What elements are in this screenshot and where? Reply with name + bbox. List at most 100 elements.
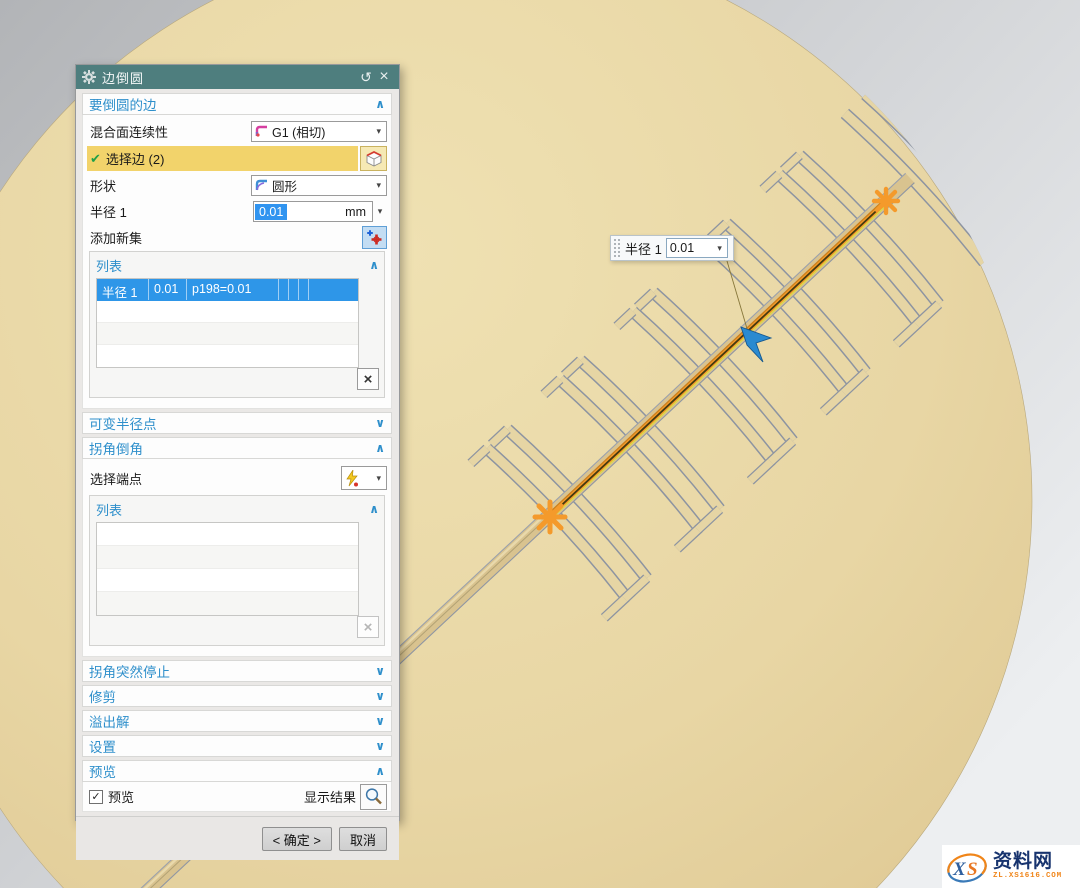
radius1-input[interactable]: 0.01 mm xyxy=(253,201,373,222)
section-title: 可变半径点 xyxy=(89,413,375,433)
remove-list-item-button[interactable]: × xyxy=(357,368,379,390)
section-title: 要倒圆的边 xyxy=(89,94,375,114)
dialog-titlebar[interactable]: 边倒圆 ↺ × xyxy=(76,65,399,89)
section-corner-chamfer[interactable]: 拐角倒角 ∧ xyxy=(82,437,392,459)
watermark-site-url: ZL.XS1616.COM xyxy=(993,873,1062,881)
dialog-title: 边倒圆 xyxy=(102,68,357,87)
collapse-icon[interactable]: ∧ xyxy=(375,441,385,455)
list-row-empty[interactable] xyxy=(97,323,358,345)
chevron-down-icon[interactable]: ▾ xyxy=(374,473,383,484)
onscreen-radius-label: 半径 1 xyxy=(625,239,662,258)
fillet-g1-icon xyxy=(255,125,269,138)
expand-icon[interactable]: ∨ xyxy=(375,416,385,430)
select-endpoint-label: 选择端点 xyxy=(87,469,341,488)
section-overflow[interactable]: 溢出解 ∨ xyxy=(82,710,392,732)
list2-header: 列表 xyxy=(96,500,369,519)
section-settings[interactable]: 设置 ∨ xyxy=(82,735,392,757)
select-edge-row[interactable]: ✔ 选择边 (2) xyxy=(87,146,358,171)
watermark-site-name: 资料网 xyxy=(993,852,1062,871)
section-preview[interactable]: 预览 ∧ xyxy=(82,760,392,782)
chevron-down-icon[interactable]: ▾ xyxy=(374,126,383,137)
endpoint-marker-start[interactable] xyxy=(535,502,565,532)
ok-button[interactable]: < 确定 > xyxy=(262,827,332,851)
preview-checkbox[interactable]: ✓ xyxy=(89,790,103,804)
collapse-icon[interactable]: ∧ xyxy=(369,258,379,272)
cancel-button[interactable]: 取消 xyxy=(339,827,387,851)
watermark: X S 资料网 ZL.XS1616.COM xyxy=(942,845,1080,888)
section-title: 预览 xyxy=(89,761,375,781)
svg-text:X: X xyxy=(952,859,967,880)
select-endpoint-button[interactable]: ▾ xyxy=(341,466,387,490)
continuity-label: 混合面连续性 xyxy=(87,122,251,141)
section-edges-to-blend[interactable]: 要倒圆的边 ∧ xyxy=(82,93,392,115)
edge-blend-dialog: 边倒圆 ↺ × 要倒圆的边 ∧ 混合面连续性 xyxy=(75,64,400,821)
close-button[interactable]: × xyxy=(375,68,393,86)
list-row-empty[interactable] xyxy=(97,592,358,615)
radius-list-group: 列表 ∧ 半径 1 0.01 p198=0.01 xyxy=(89,251,385,398)
endpoint-marker-end[interactable] xyxy=(874,189,898,213)
check-icon: ✔ xyxy=(90,151,101,167)
section-title: 拐角突然停止 xyxy=(89,661,375,681)
reset-button[interactable]: ↺ xyxy=(357,69,375,86)
radius-list-table[interactable]: 半径 1 0.01 p198=0.01 xyxy=(96,278,359,368)
show-result-label: 显示结果 xyxy=(304,787,356,806)
section-title: 溢出解 xyxy=(89,711,375,731)
list-row-empty[interactable] xyxy=(97,546,358,569)
drag-grip[interactable] xyxy=(613,238,620,258)
preview-checkbox-label: 预览 xyxy=(108,787,304,806)
expand-icon[interactable]: ∨ xyxy=(375,664,385,678)
section-trim[interactable]: 修剪 ∨ xyxy=(82,685,392,707)
endpoint-list-table[interactable] xyxy=(96,522,359,616)
list-row-empty[interactable] xyxy=(97,345,358,367)
svg-text:S: S xyxy=(967,859,978,880)
endpoint-list-group: 列表 ∧ × xyxy=(89,495,385,646)
onscreen-radius-value[interactable]: 0.01 xyxy=(670,241,715,255)
list-row-selected[interactable]: 半径 1 0.01 p198=0.01 xyxy=(97,279,358,301)
add-set-icon xyxy=(366,229,383,246)
list-row-empty[interactable] xyxy=(97,569,358,592)
cell-value[interactable]: 0.01 xyxy=(149,279,187,300)
magnifier-icon xyxy=(364,787,383,806)
collapse-icon[interactable]: ∧ xyxy=(375,764,385,778)
watermark-logo: X S xyxy=(945,848,991,886)
fillet-circular-icon xyxy=(255,179,269,192)
application-window: 半径 1 0.01 ▾ 边倒圆 ↺ × xyxy=(0,0,1080,888)
section-corner-stop[interactable]: 拐角突然停止 ∨ xyxy=(82,660,392,682)
add-new-set-button[interactable] xyxy=(362,226,387,249)
remove-list-item-button-disabled: × xyxy=(357,616,379,638)
section-title: 设置 xyxy=(89,736,375,756)
gear-icon xyxy=(82,70,96,84)
expand-icon[interactable]: ∨ xyxy=(375,739,385,753)
shape-dropdown[interactable]: 圆形 ▾ xyxy=(251,175,387,196)
chevron-down-icon[interactable]: ▾ xyxy=(374,180,383,191)
expand-icon[interactable]: ∨ xyxy=(375,714,385,728)
shape-label: 形状 xyxy=(87,176,251,195)
cell-name[interactable]: 半径 1 xyxy=(97,279,149,300)
shape-value: 圆形 xyxy=(272,176,374,195)
list1-header: 列表 xyxy=(96,256,369,275)
continuity-value: G1 (相切) xyxy=(272,122,374,141)
list-row-empty[interactable] xyxy=(97,301,358,323)
chevron-down-icon[interactable]: ▾ xyxy=(715,243,724,254)
onscreen-radius-field[interactable]: 0.01 ▾ xyxy=(666,238,728,258)
radius1-label: 半径 1 xyxy=(87,202,253,221)
section-variable-radius[interactable]: 可变半径点 ∨ xyxy=(82,412,392,434)
radius1-value[interactable]: 0.01 xyxy=(255,204,287,220)
lightning-icon xyxy=(345,470,359,487)
cube-icon xyxy=(365,150,383,168)
continuity-dropdown[interactable]: G1 (相切) ▾ xyxy=(251,121,387,142)
show-result-button[interactable] xyxy=(360,784,387,810)
onscreen-radius-input[interactable]: 半径 1 0.01 ▾ xyxy=(610,235,734,261)
collapse-icon[interactable]: ∧ xyxy=(369,502,379,516)
snap-cube-button[interactable] xyxy=(360,146,387,171)
select-edge-label: 选择边 (2) xyxy=(106,149,165,168)
radius1-unit: mm xyxy=(287,205,372,219)
cell-expression[interactable]: p198=0.01 xyxy=(187,279,279,300)
unit-dropdown-icon[interactable]: ▾ xyxy=(373,206,387,217)
section-title: 拐角倒角 xyxy=(89,438,375,458)
section-title: 修剪 xyxy=(89,686,375,706)
list-row-empty[interactable] xyxy=(97,523,358,546)
expand-icon[interactable]: ∨ xyxy=(375,689,385,703)
add-new-set-label: 添加新集 xyxy=(87,228,362,247)
collapse-icon[interactable]: ∧ xyxy=(375,97,385,111)
